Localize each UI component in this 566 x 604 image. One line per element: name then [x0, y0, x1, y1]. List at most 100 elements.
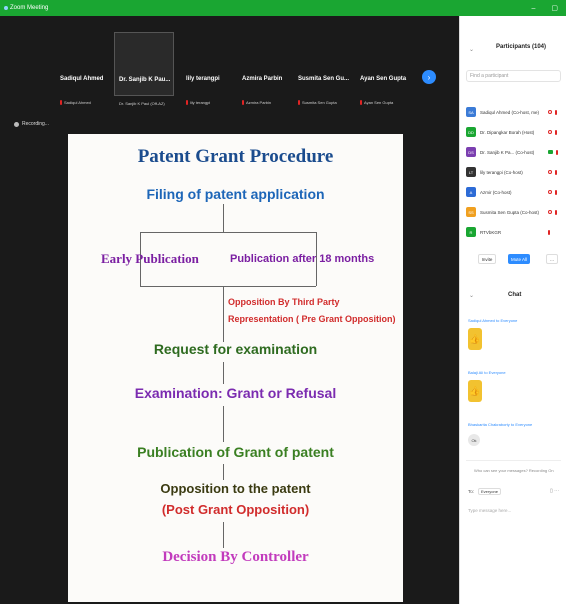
participant-row[interactable]: LT lily terangpi (Co-host) [466, 164, 566, 180]
participant-subname: Dr. Sanjib K Paul (Off-AZ) [119, 101, 165, 106]
participant-row[interactable]: R RTVbKGR [466, 224, 566, 240]
slide-step-examination: Examination: Grant or Refusal [134, 385, 337, 401]
thumbs-up-icon: 👍 [468, 380, 482, 402]
more-options-button[interactable]: ... [546, 254, 558, 264]
chat-message-meta: Bhaskarita Chakraborty to Everyone [468, 422, 533, 427]
participant-name: lily terangpi [186, 76, 220, 82]
participant-name: Sadiqul Ahmed [60, 76, 104, 82]
avatar: DS [466, 147, 476, 157]
next-page-arrow-icon[interactable]: › [422, 70, 436, 84]
participant-row-name: Dr. Dipangkar Borah (Host) [480, 129, 535, 135]
slide-step-request-exam: Request for examination [153, 341, 318, 357]
participant-search-input[interactable]: Find a participant [466, 70, 561, 82]
participant-row-name: Dr. Sanjib K Pa... (Co-host) [480, 149, 535, 155]
mic-muted-icon [186, 100, 188, 105]
mic-muted-icon [555, 169, 557, 175]
maximize-button[interactable]: ▢ [551, 4, 558, 12]
chat-message-bubble: Ok [468, 434, 480, 446]
avatar: A [466, 187, 476, 197]
zoom-logo-icon [4, 6, 8, 10]
participants-header: Participants (104) [496, 44, 547, 50]
chat-header: Chat [508, 292, 522, 298]
participant-subname: Sadiqul Ahmed [60, 100, 91, 105]
chat-tools[interactable]: ▯ ⋯ [550, 488, 559, 494]
participant-name: Dr. Sanjib K Pau... [119, 77, 171, 83]
participant-row[interactable]: DD Dr. Dipangkar Borah (Host) [466, 124, 566, 140]
slide-step-publication-after: Publication after 18 months [230, 253, 375, 265]
connector-line [140, 232, 316, 233]
slide-step-decision: Decision By Controller [162, 549, 309, 565]
mic-muted-icon [360, 100, 362, 105]
thumbs-up-icon: 👍 [468, 328, 482, 350]
video-off-icon [548, 190, 552, 194]
mic-muted-icon [555, 129, 557, 135]
participant-name: Azmira Parbin [242, 76, 283, 82]
meeting-main: Sadiqul Ahmed Sadiqul Ahmed Dr. Sanjib K… [0, 16, 459, 604]
mic-muted-icon [555, 109, 557, 115]
participant-row[interactable]: SA Sadiqul Ahmed (Co-host, me) [466, 104, 566, 120]
window-title: Zoom Meeting [4, 5, 48, 11]
recipient-select[interactable]: Everyone [478, 488, 501, 495]
avatar: DD [466, 127, 476, 137]
mic-muted-icon [555, 209, 557, 215]
chat-visibility-notice[interactable]: Who can see your messages? Recording On [474, 468, 554, 473]
connector-line [223, 522, 224, 548]
minimize-button[interactable]: – [531, 5, 535, 12]
participant-name: Susmita Sen Gu... [298, 76, 350, 82]
mic-muted-icon [556, 149, 558, 155]
screen-share-icon [548, 150, 553, 154]
participant-row-name: lily terangpi (Co-host) [480, 169, 523, 175]
slide-step-opposition-third-detail: Representation ( Pre Grant Opposition) [228, 314, 396, 324]
connector-line [223, 204, 224, 232]
avatar: SA [466, 107, 476, 117]
mic-muted-icon [548, 229, 550, 235]
recording-label: Recording... [22, 121, 49, 127]
participant-row-name: Sadiqul Ahmed (Co-host, me) [480, 109, 540, 115]
divider [466, 460, 561, 461]
collapse-chevron-icon[interactable]: ⌄ [469, 46, 474, 53]
video-thumbnail[interactable]: Dr. Sanjib K Pau... Dr. Sanjib K Paul (O… [114, 32, 174, 106]
recording-indicator[interactable]: Recording... [14, 121, 49, 127]
video-thumbnail[interactable]: Susmita Sen Gu... Susmita Sen Gupta [294, 32, 354, 105]
chat-collapse-chevron-icon[interactable]: ⌄ [469, 292, 474, 299]
recording-icon [14, 121, 19, 127]
mic-muted-icon [298, 100, 300, 105]
participant-row-name: Azmir (Co-host) [480, 189, 512, 195]
video-thumbnail[interactable]: Azmira Parbin Azmira Parbin [238, 32, 298, 105]
window-controls: – ▢ [531, 0, 558, 16]
title-bar: Zoom Meeting – ▢ [0, 0, 566, 16]
participant-row[interactable]: A Azmir (Co-host) [466, 184, 566, 200]
avatar: SS [466, 207, 476, 217]
video-off-icon [548, 130, 552, 134]
participant-subname: Susmita Sen Gupta [298, 100, 337, 105]
video-thumbnail[interactable]: Sadiqul Ahmed Sadiqul Ahmed [56, 32, 116, 105]
chat-message-input[interactable]: Type message here... [468, 508, 511, 513]
slide-step-early-publication: Early Publication [101, 251, 199, 266]
connector-line [223, 464, 224, 480]
slide-step-publication-grant: Publication of Grant of patent [137, 444, 334, 460]
participant-row[interactable]: DS Dr. Sanjib K Pa... (Co-host) [466, 144, 566, 160]
mic-muted-icon [60, 100, 62, 105]
slide-step-filing: Filing of patent application [146, 186, 325, 202]
participant-row-name: RTVbKGR [480, 229, 502, 235]
participant-row-name: Susmita Sen Gupta (Co-host) [480, 209, 540, 215]
avatar: LT [466, 167, 476, 177]
invite-button[interactable]: Invite [478, 254, 496, 264]
participant-row[interactable]: SS Susmita Sen Gupta (Co-host) [466, 204, 566, 220]
chat-recipient: To: Everyone [468, 488, 501, 495]
chat-message-meta: Sadiqul Ahmed to Everyone [468, 318, 518, 323]
slide-title: Patent Grant Procedure [137, 146, 334, 167]
slide-step-post-grant: (Post Grant Opposition) [161, 502, 310, 517]
connector-line [223, 362, 224, 384]
participant-name: Ayan Sen Gupta [360, 76, 407, 82]
slide-step-opposition-third: Opposition By Third Party [228, 297, 340, 307]
participant-subname: Azmira Parbin [242, 100, 271, 105]
participant-subname: lily terangpi [186, 100, 210, 105]
video-thumbnail-strip: Sadiqul Ahmed Sadiqul Ahmed Dr. Sanjib K… [56, 32, 436, 112]
mic-muted-icon [555, 189, 557, 195]
shared-slide: Patent Grant Procedure Filing of patent … [68, 134, 403, 602]
video-thumbnail[interactable]: lily terangpi lily terangpi [182, 32, 242, 105]
avatar: R [466, 227, 476, 237]
mute-all-button[interactable]: Mute All [508, 254, 530, 264]
video-thumbnail[interactable]: Ayan Sen Gupta Ayan Sen Gupta [356, 32, 416, 105]
